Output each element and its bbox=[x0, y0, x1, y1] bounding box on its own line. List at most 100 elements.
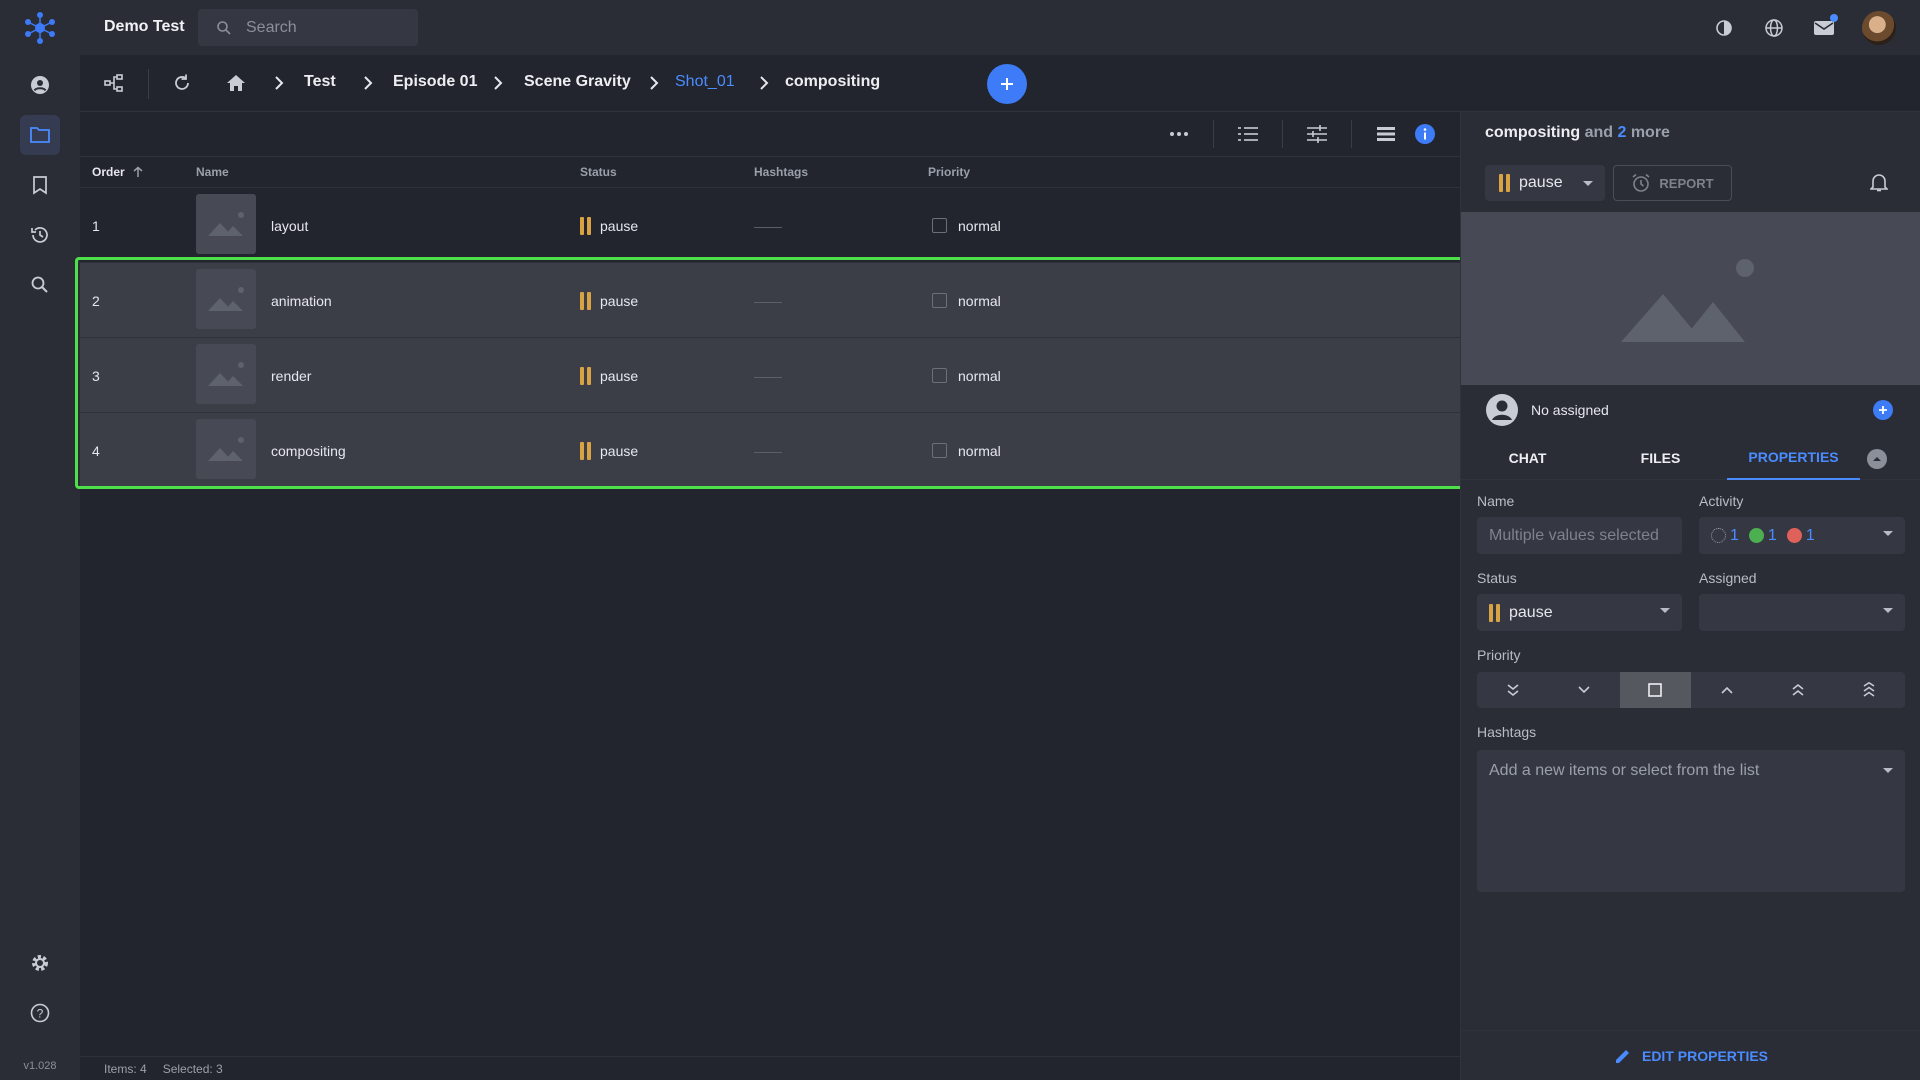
table-row[interactable]: 4 compositing pause —— normal bbox=[80, 412, 1460, 487]
chevron-right-icon bbox=[364, 76, 373, 90]
row-name[interactable]: compositing bbox=[271, 413, 346, 488]
hashtags-input[interactable]: Add a new items or select from the list bbox=[1477, 750, 1905, 892]
sidebar-item-search[interactable] bbox=[20, 265, 60, 305]
edit-properties-button[interactable]: EDIT PROPERTIES bbox=[1461, 1030, 1920, 1080]
row-order: 3 bbox=[92, 367, 100, 384]
sidebar-item-projects[interactable] bbox=[20, 115, 60, 155]
table-row[interactable]: 2 animation pause —— normal bbox=[80, 262, 1460, 337]
sidebar-item-history[interactable] bbox=[20, 215, 60, 255]
row-priority[interactable]: normal bbox=[932, 263, 1001, 338]
column-header-order[interactable]: Order bbox=[92, 165, 144, 179]
hierarchy-icon[interactable] bbox=[102, 71, 126, 95]
priority-lowest-button[interactable] bbox=[1477, 672, 1548, 708]
list-view-icon[interactable] bbox=[1373, 121, 1399, 147]
priority-high-button[interactable] bbox=[1691, 672, 1762, 708]
sidebar-item-bookmarks[interactable] bbox=[20, 165, 60, 205]
column-header-hashtags[interactable]: Hashtags bbox=[754, 165, 808, 179]
row-hashtags: —— bbox=[754, 367, 782, 384]
square-icon bbox=[1648, 683, 1663, 697]
chevron-right-icon bbox=[650, 76, 659, 90]
column-header-name[interactable]: Name bbox=[196, 165, 229, 179]
row-priority[interactable]: normal bbox=[932, 413, 1001, 488]
status-field[interactable]: pause bbox=[1477, 594, 1682, 631]
plus-icon bbox=[1879, 406, 1887, 414]
search-placeholder: Search bbox=[246, 18, 297, 36]
sidebar-item-settings[interactable] bbox=[20, 943, 60, 983]
activity-count-green: 1 bbox=[1767, 526, 1777, 544]
assigned-dropdown[interactable] bbox=[1699, 594, 1905, 631]
refresh-icon[interactable] bbox=[170, 71, 194, 95]
breadcrumb-item-episode[interactable]: Episode 01 bbox=[393, 73, 477, 91]
ordered-list-icon[interactable] bbox=[1235, 121, 1261, 147]
row-thumbnail[interactable] bbox=[196, 269, 256, 329]
priority-higher-button[interactable] bbox=[1762, 672, 1833, 708]
gear-icon bbox=[32, 955, 48, 971]
add-assignee-button[interactable] bbox=[1873, 400, 1893, 420]
info-icon[interactable] bbox=[1412, 121, 1438, 147]
pause-icon bbox=[1499, 174, 1510, 192]
priority-normal-button[interactable] bbox=[1619, 672, 1691, 708]
image-placeholder-icon bbox=[208, 362, 244, 386]
left-sidebar: ? v1.028 bbox=[0, 55, 80, 1080]
tab-files[interactable]: FILES bbox=[1594, 435, 1727, 480]
tab-properties[interactable]: PROPERTIES bbox=[1727, 435, 1860, 480]
theme-toggle-icon[interactable] bbox=[1712, 16, 1736, 40]
activity-dropdown[interactable]: 1 1 1 bbox=[1699, 517, 1905, 554]
table-row[interactable]: 1 layout pause —— normal bbox=[80, 187, 1460, 262]
column-header-priority[interactable]: Priority bbox=[928, 165, 970, 179]
top-bar: Demo Test Search bbox=[0, 0, 1920, 55]
column-header-status[interactable]: Status bbox=[580, 165, 617, 179]
breadcrumb-item-current: compositing bbox=[785, 73, 881, 90]
filter-settings-icon[interactable] bbox=[1304, 121, 1330, 147]
home-icon[interactable] bbox=[224, 71, 248, 95]
row-priority[interactable]: normal bbox=[932, 188, 1001, 263]
row-thumbnail[interactable] bbox=[196, 419, 256, 479]
language-globe-icon[interactable] bbox=[1762, 16, 1786, 40]
bookmark-icon bbox=[33, 176, 47, 195]
row-order: 2 bbox=[92, 292, 100, 309]
notification-bell-icon[interactable] bbox=[1869, 172, 1889, 195]
priority-highest-button[interactable] bbox=[1834, 672, 1905, 708]
search-icon bbox=[216, 20, 232, 36]
table-row[interactable]: 3 render pause —— normal bbox=[80, 337, 1460, 412]
app-logo-icon[interactable] bbox=[16, 6, 64, 50]
sidebar-item-help[interactable]: ? bbox=[20, 993, 60, 1033]
row-status[interactable]: pause bbox=[580, 263, 638, 338]
row-thumbnail[interactable] bbox=[196, 194, 256, 254]
more-options-icon[interactable] bbox=[1166, 121, 1192, 147]
priority-low-button[interactable] bbox=[1548, 672, 1619, 708]
row-name[interactable]: layout bbox=[271, 188, 308, 263]
breadcrumb-item-test[interactable]: Test bbox=[304, 73, 336, 91]
activity-count-empty: 1 bbox=[1730, 526, 1739, 544]
status-dropdown[interactable]: pause bbox=[1485, 165, 1605, 201]
breadcrumb-item-shot[interactable]: Shot_01 bbox=[675, 73, 735, 91]
row-name[interactable]: render bbox=[271, 338, 311, 413]
history-icon bbox=[31, 227, 48, 243]
row-status[interactable]: pause bbox=[580, 338, 638, 413]
pause-icon bbox=[580, 291, 591, 310]
mail-icon[interactable] bbox=[1812, 13, 1838, 40]
row-status[interactable]: pause bbox=[580, 188, 638, 263]
report-button[interactable]: REPORT bbox=[1613, 165, 1732, 201]
name-field[interactable]: Multiple values selected bbox=[1477, 517, 1682, 554]
unread-indicator bbox=[1830, 13, 1838, 22]
project-title[interactable]: Demo Test bbox=[104, 18, 185, 36]
row-status[interactable]: pause bbox=[580, 413, 638, 488]
collapse-panel-button[interactable] bbox=[1867, 449, 1887, 469]
tab-chat[interactable]: CHAT bbox=[1461, 435, 1594, 480]
account-icon bbox=[31, 76, 49, 94]
search-input[interactable]: Search bbox=[198, 9, 418, 46]
row-priority[interactable]: normal bbox=[932, 338, 1001, 413]
divider bbox=[148, 69, 149, 99]
row-thumbnail[interactable] bbox=[196, 344, 256, 404]
row-name[interactable]: animation bbox=[271, 263, 332, 338]
user-avatar[interactable] bbox=[1862, 10, 1896, 45]
chevron-right-icon bbox=[275, 76, 284, 90]
name-label: Name bbox=[1477, 493, 1515, 509]
alarm-clock-icon bbox=[1632, 173, 1650, 192]
row-order: 4 bbox=[92, 442, 100, 459]
breadcrumb-item-scene[interactable]: Scene Gravity bbox=[524, 73, 631, 91]
chevron-down-icon bbox=[1578, 686, 1590, 694]
sidebar-item-profile[interactable] bbox=[20, 65, 60, 105]
add-button[interactable] bbox=[987, 64, 1027, 104]
